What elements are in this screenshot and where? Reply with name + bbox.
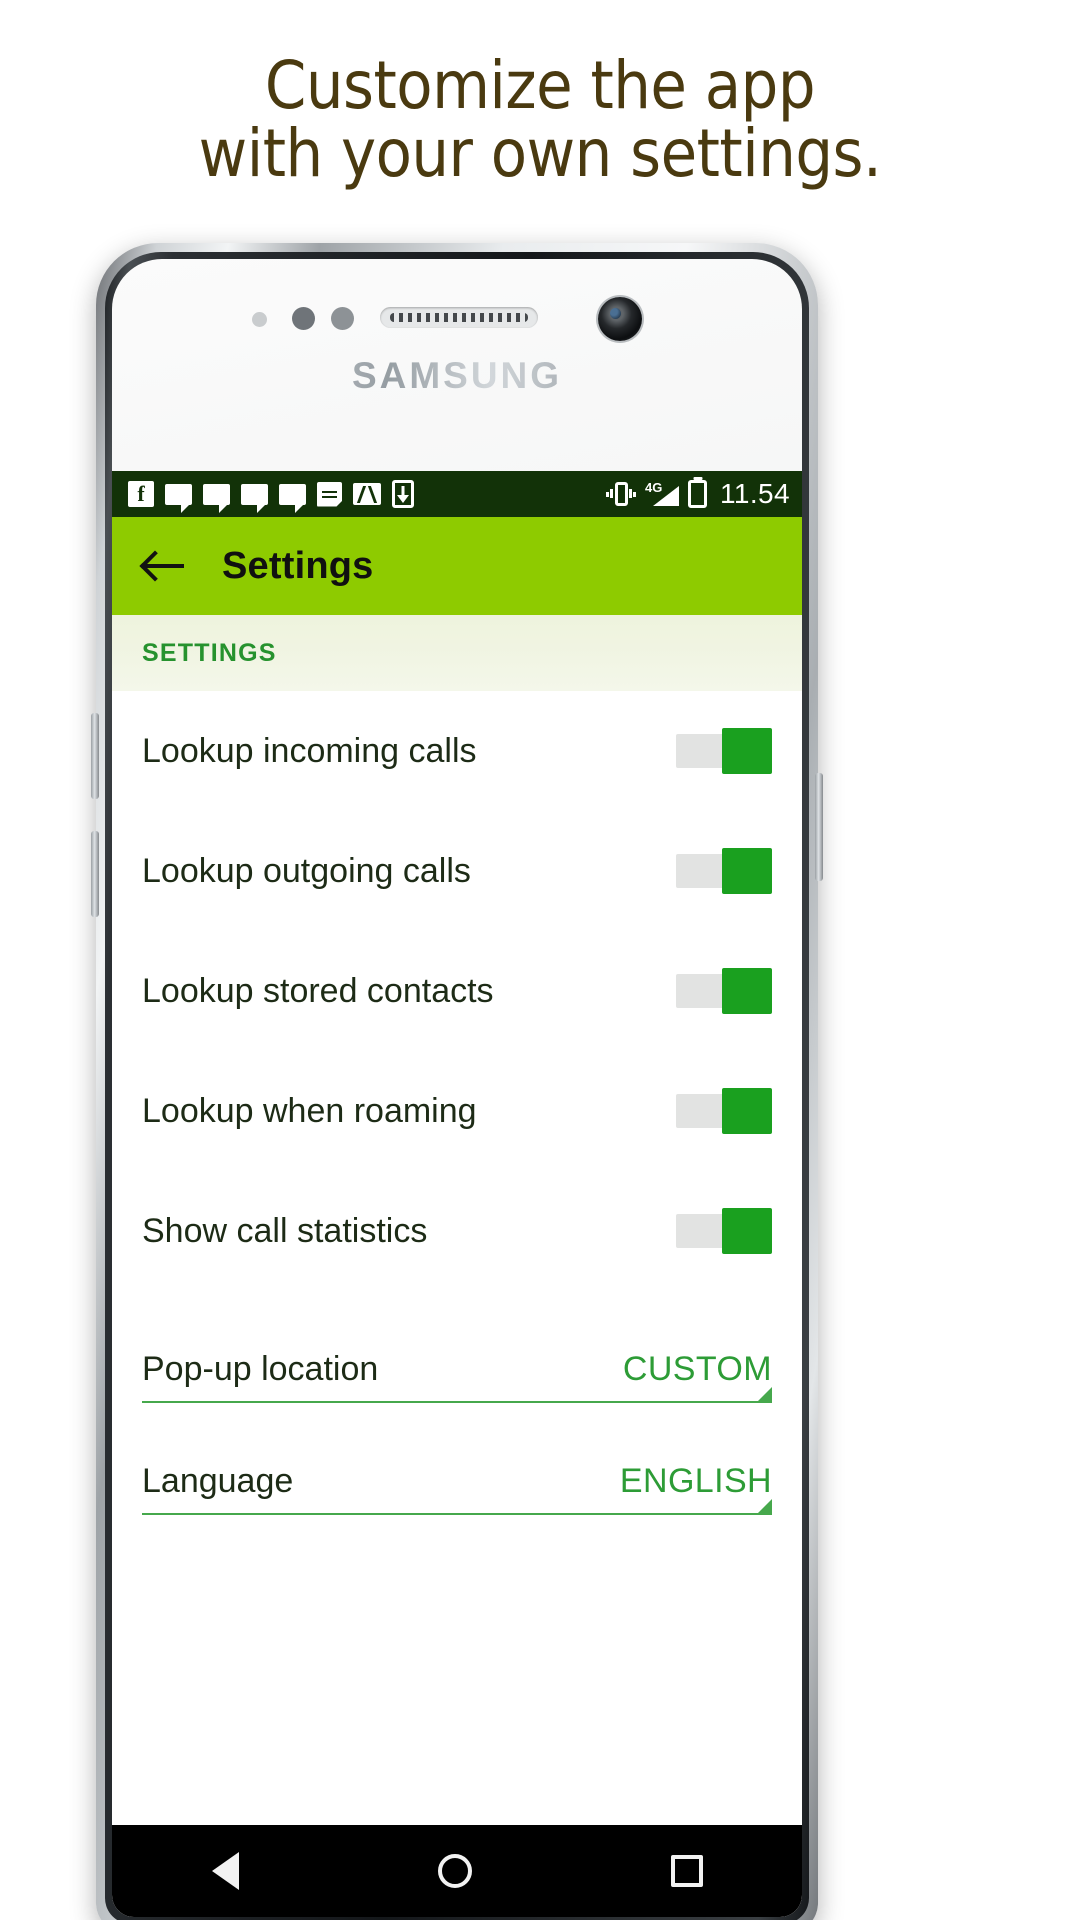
toggle-switch-lookup-stored-contacts[interactable]	[676, 968, 772, 1014]
row-label: Lookup outgoing calls	[142, 851, 471, 890]
spinner-label: Pop-up location	[142, 1350, 379, 1388]
toggle-switch-lookup-outgoing-calls[interactable]	[676, 848, 772, 894]
settings-row-popup-location[interactable]: Pop-up location CUSTOM	[112, 1291, 802, 1403]
facebook-icon: f	[128, 481, 154, 507]
message-bubble-icon-3	[241, 483, 268, 513]
iris-sensor-icon	[331, 307, 354, 330]
status-bar: f 4G 11.54	[112, 471, 802, 517]
volume-down-button[interactable]	[91, 831, 99, 917]
message-bubble-icon-2	[203, 483, 230, 513]
phone-top-hardware: SAMSUNG	[112, 259, 802, 471]
dropdown-caret-icon[interactable]	[756, 1387, 772, 1403]
app-bar: Settings	[112, 517, 802, 615]
row-label: Show call statistics	[142, 1211, 428, 1250]
settings-row-lookup-outgoing-calls[interactable]: Lookup outgoing calls	[112, 811, 802, 931]
android-navigation-bar	[112, 1825, 802, 1917]
headline-line-1: Customize the app	[264, 47, 816, 124]
row-label: Lookup stored contacts	[142, 971, 494, 1010]
settings-list: Lookup incoming calls Lookup outgoing ca…	[112, 691, 802, 1515]
spinner-label: Language	[142, 1462, 294, 1500]
settings-row-lookup-incoming-calls[interactable]: Lookup incoming calls	[112, 691, 802, 811]
download-icon	[392, 480, 414, 508]
status-bar-notifications: f	[128, 480, 606, 513]
toggle-switch-lookup-when-roaming[interactable]	[676, 1088, 772, 1134]
status-bar-system: 4G 11.54	[606, 478, 790, 510]
nav-recents-icon[interactable]	[670, 1855, 703, 1887]
promo-screenshot: Customize the app with your own settings…	[0, 0, 1080, 1920]
phone-screen: f 4G 11.54 Settings SETTINGS Lookup inco…	[112, 471, 802, 1917]
settings-row-language[interactable]: Language ENGLISH	[112, 1403, 802, 1515]
battery-charging-icon	[688, 480, 707, 508]
phone-body: SAMSUNG f 4G 11.54 Settings SETTINGS Loo…	[112, 259, 802, 1917]
light-sensor-icon	[252, 312, 267, 327]
gmail-icon	[353, 483, 381, 505]
spinner-underline	[142, 1387, 772, 1403]
earpiece-speaker	[380, 307, 538, 328]
section-header: SETTINGS	[112, 615, 802, 691]
app-bar-title: Settings	[222, 544, 374, 587]
proximity-sensor-icon	[292, 307, 315, 330]
signal-4g-label: 4G	[645, 480, 663, 495]
status-bar-clock: 11.54	[720, 478, 790, 509]
headline-line-2: with your own settings.	[198, 114, 882, 192]
settings-row-lookup-when-roaming[interactable]: Lookup when roaming	[112, 1051, 802, 1171]
spinner-value-popup-location: CUSTOM	[622, 1350, 772, 1388]
earpiece-mesh	[390, 313, 528, 322]
phone-mockup: SAMSUNG f 4G 11.54 Settings SETTINGS Loo…	[91, 243, 823, 1920]
volume-up-button[interactable]	[91, 713, 99, 799]
row-label: Lookup when roaming	[142, 1091, 477, 1130]
section-header-label: SETTINGS	[142, 638, 277, 667]
message-bubble-icon-1	[165, 483, 192, 513]
spinner-underline	[142, 1499, 772, 1515]
message-bubble-icon-4	[279, 483, 306, 513]
signal-4g-icon: 4G	[645, 480, 679, 507]
vibrate-icon	[606, 481, 636, 507]
page-title: Customize the app with your own settings…	[0, 52, 1080, 188]
toggle-switch-show-call-statistics[interactable]	[676, 1208, 772, 1254]
toggle-switch-lookup-incoming-calls[interactable]	[676, 728, 772, 774]
row-label: Lookup incoming calls	[142, 731, 477, 770]
device-brand-logo: SAMSUNG	[112, 355, 802, 397]
nav-back-icon[interactable]	[211, 1852, 239, 1890]
settings-row-show-call-statistics[interactable]: Show call statistics	[112, 1171, 802, 1291]
note-icon	[317, 481, 342, 507]
front-camera-icon	[598, 297, 642, 341]
spinner-value-language: ENGLISH	[619, 1462, 772, 1500]
back-arrow-icon[interactable]	[142, 549, 186, 583]
power-button[interactable]	[815, 773, 823, 881]
nav-home-icon[interactable]	[437, 1854, 472, 1888]
settings-row-lookup-stored-contacts[interactable]: Lookup stored contacts	[112, 931, 802, 1051]
dropdown-caret-icon[interactable]	[756, 1499, 772, 1515]
